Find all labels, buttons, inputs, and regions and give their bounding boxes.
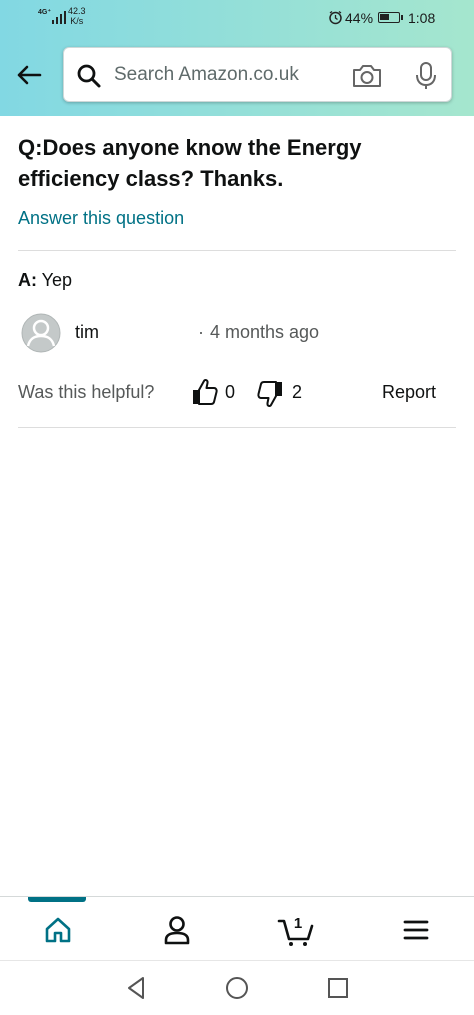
network-type: 4G⁺ bbox=[38, 9, 52, 16]
answer-question-link[interactable]: Answer this question bbox=[18, 208, 184, 229]
clock: 1:08 bbox=[408, 10, 436, 26]
recents-square-icon[interactable] bbox=[327, 977, 349, 999]
upvote-count: 0 bbox=[225, 382, 236, 402]
battery-percent: 44% bbox=[345, 10, 374, 26]
author-name: tim bbox=[75, 322, 99, 342]
report-button[interactable]: Report bbox=[382, 382, 436, 403]
microphone-icon[interactable] bbox=[414, 61, 438, 91]
speed-unit: K/s bbox=[70, 16, 84, 26]
home-circle-icon[interactable] bbox=[225, 976, 249, 1000]
account-icon[interactable] bbox=[157, 912, 197, 948]
helpful-label: Was this helpful? bbox=[18, 382, 155, 402]
divider bbox=[18, 427, 456, 428]
downvote-count: 2 bbox=[292, 382, 303, 402]
answer-body: Yep bbox=[37, 270, 73, 290]
alarm-icon bbox=[329, 10, 342, 25]
camera-icon[interactable] bbox=[351, 63, 383, 89]
cart-count: 1 bbox=[294, 915, 302, 932]
menu-icon[interactable] bbox=[396, 912, 436, 948]
status-bar: 4G⁺ 42.3 K/s 44% 1:08 bbox=[0, 0, 474, 36]
separator-dot: · bbox=[198, 322, 204, 342]
answer-text: A: Yep bbox=[18, 270, 72, 291]
arrow-left-icon[interactable] bbox=[14, 60, 44, 90]
search-input[interactable] bbox=[114, 48, 344, 101]
home-icon[interactable] bbox=[38, 912, 78, 948]
answer-time: 4 months ago bbox=[210, 322, 320, 342]
active-tab-indicator bbox=[28, 897, 86, 902]
search-icon bbox=[77, 64, 101, 88]
back-triangle-icon[interactable] bbox=[124, 975, 148, 1001]
avatar bbox=[21, 313, 61, 353]
system-navigation-bar bbox=[0, 960, 474, 1015]
thumbs-up-icon[interactable] bbox=[190, 377, 218, 407]
battery-icon bbox=[378, 12, 400, 23]
search-bar[interactable] bbox=[63, 47, 452, 102]
thumbs-down-icon[interactable] bbox=[257, 379, 285, 409]
divider bbox=[18, 250, 456, 251]
question-text: Q:Does anyone know the Energy efficiency… bbox=[18, 135, 362, 191]
network-speed: 42.3 K/s bbox=[68, 6, 86, 26]
answer-prefix: A: bbox=[18, 270, 37, 290]
cart-icon[interactable]: 1 bbox=[276, 912, 316, 948]
speed-value: 42.3 bbox=[68, 6, 86, 16]
signal-icon bbox=[52, 11, 66, 24]
